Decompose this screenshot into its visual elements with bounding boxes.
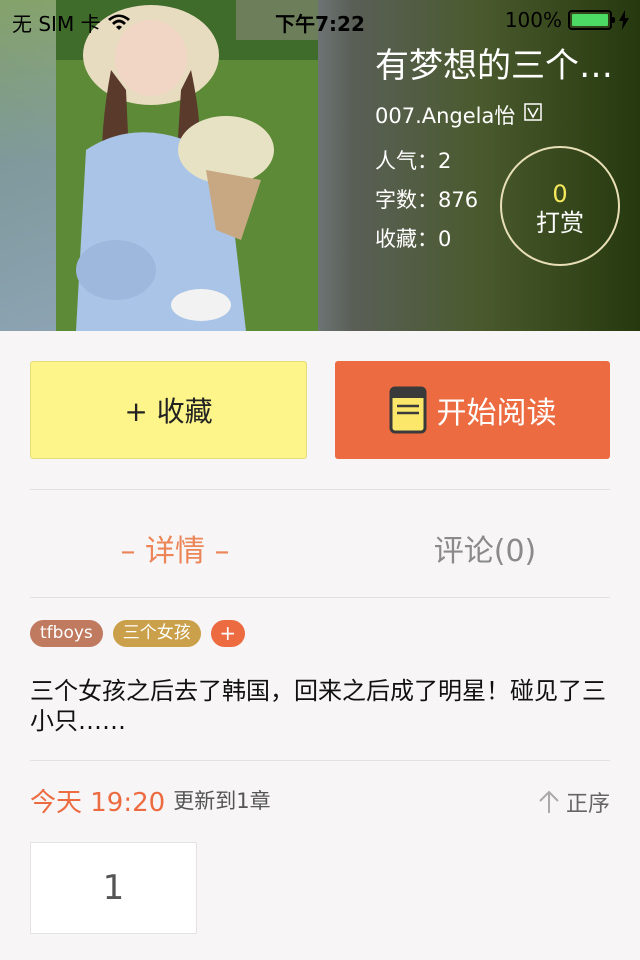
stat-label: 收藏： <box>375 227 438 251</box>
author-name: 007.Angela怡 <box>375 104 516 128</box>
cover-photo <box>56 0 318 331</box>
battery-percent: 100% <box>504 8 562 32</box>
reward-button[interactable]: 0 打赏 <box>500 146 620 266</box>
sort-order-label: 正序 <box>565 792 610 817</box>
add-tag-button[interactable]: + <box>210 620 245 647</box>
reward-label: 打赏 <box>536 209 584 237</box>
book-title: 有梦想的三个女孩 <box>375 46 627 86</box>
stat-label: 人气： <box>375 149 438 173</box>
book-icon <box>389 386 426 434</box>
add-to-favorites-button[interactable]: + 收藏 <box>30 361 307 459</box>
tag-item[interactable]: tfboys <box>30 620 103 647</box>
tag-list: tfboys 三个女孩 + <box>30 620 245 647</box>
sort-order-button[interactable]: 正序 <box>538 786 610 818</box>
update-chapter: 更新到1章 <box>173 789 271 813</box>
tab-details[interactable]: – 详情 – <box>0 526 350 570</box>
stat-value: 2 <box>438 149 452 173</box>
tab-comments[interactable]: 评论(0) <box>330 526 640 570</box>
start-reading-label: 开始阅读 <box>436 396 557 431</box>
banner-blur-background <box>0 0 60 331</box>
update-time: 今天 19:20 <box>30 787 166 818</box>
book-cover-image[interactable] <box>56 0 318 331</box>
status-bar: 无 SIM 卡 下午7:22 100% <box>0 0 640 40</box>
tag-item[interactable]: 三个女孩 <box>112 620 201 647</box>
detail-tabs: – 详情 – 评论(0) <box>0 510 640 580</box>
reward-count: 0 <box>552 180 568 208</box>
stat-value: 0 <box>438 227 452 251</box>
section-divider <box>30 597 610 598</box>
start-reading-button[interactable]: 开始阅读 <box>335 361 610 459</box>
stat-value: 876 <box>438 188 479 212</box>
arrow-up-icon <box>539 790 559 813</box>
verified-icon <box>524 103 542 121</box>
book-description: 三个女孩之后去了韩国，回来之后成了明星！碰见了三小只…… <box>30 677 606 735</box>
section-divider <box>30 489 610 490</box>
stat-label: 字数： <box>375 188 438 212</box>
section-divider <box>30 760 610 761</box>
battery-icon <box>568 10 615 30</box>
book-author[interactable]: 007.Angela怡 <box>375 102 635 130</box>
update-info: 今天 19:20 更新到1章 正序 <box>30 782 610 818</box>
battery-status: 100% <box>505 8 630 32</box>
chapter-item[interactable]: 1 <box>30 842 197 934</box>
charging-icon <box>619 10 629 30</box>
